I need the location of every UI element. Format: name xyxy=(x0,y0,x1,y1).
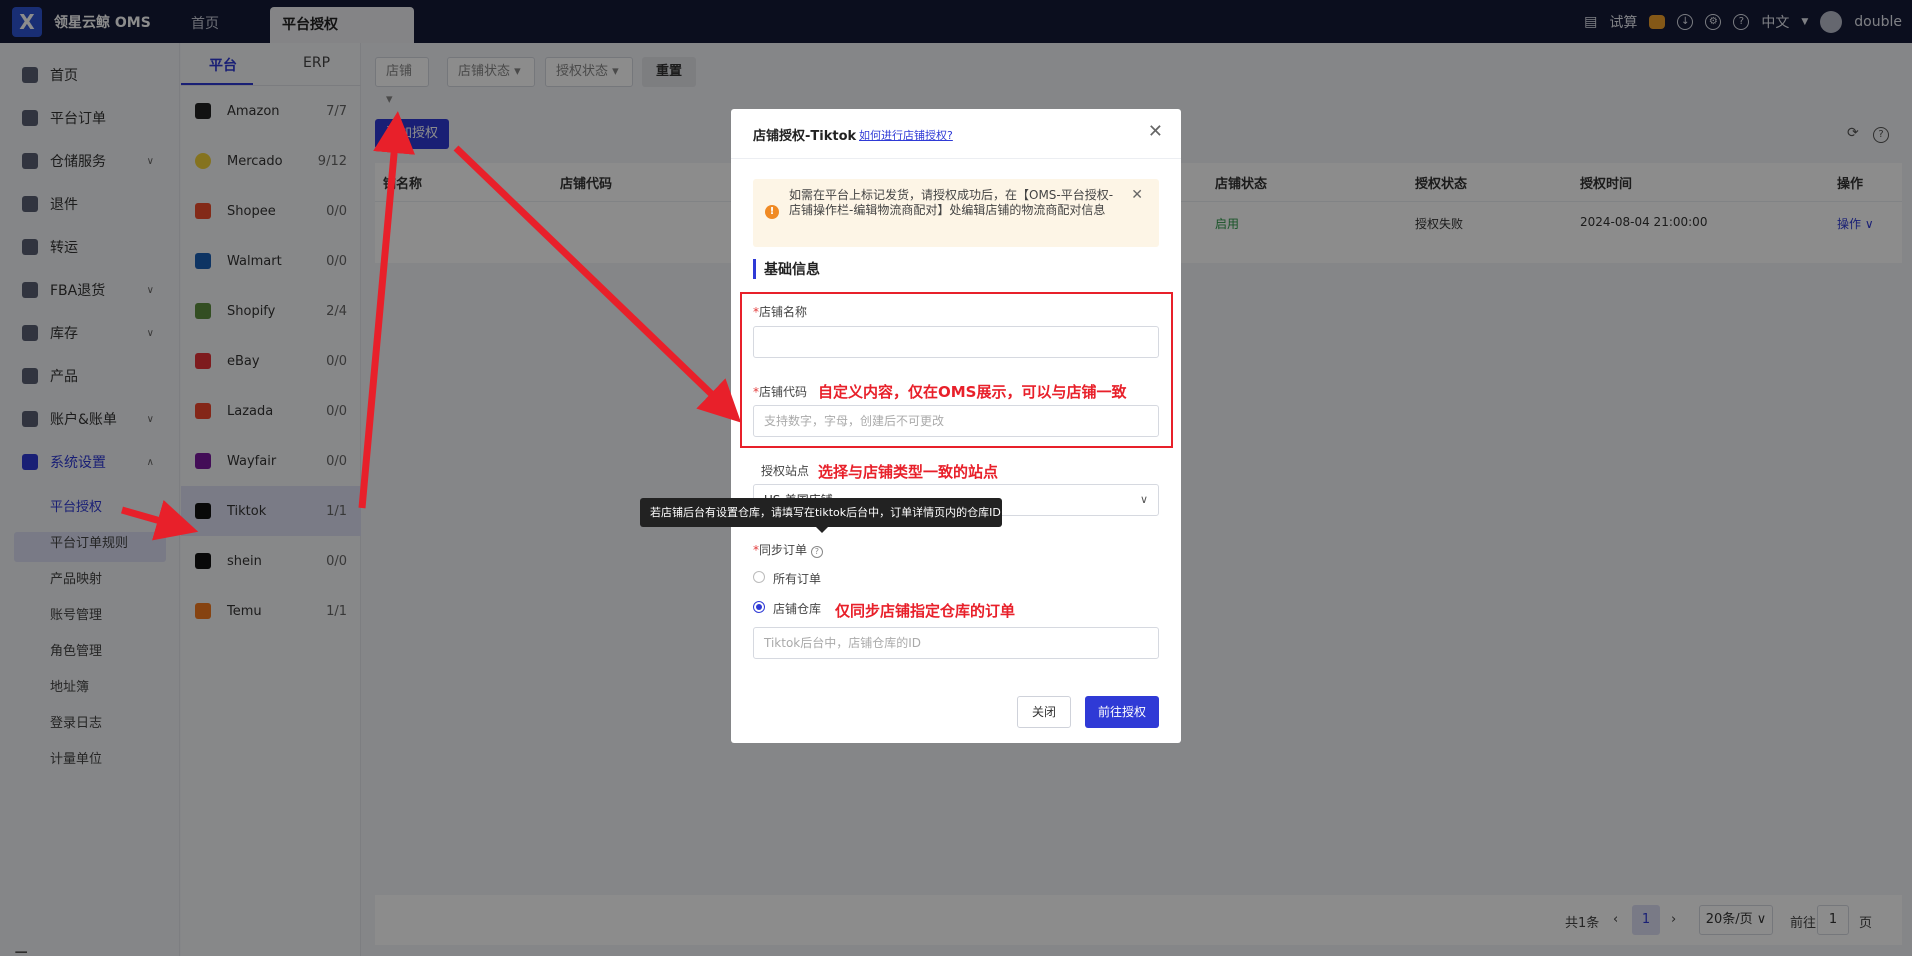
arrow-to-tiktok xyxy=(121,500,199,541)
annotation-arrows xyxy=(121,111,742,541)
arrow-to-dialog xyxy=(453,145,742,423)
arrow-to-add-button xyxy=(358,111,416,509)
